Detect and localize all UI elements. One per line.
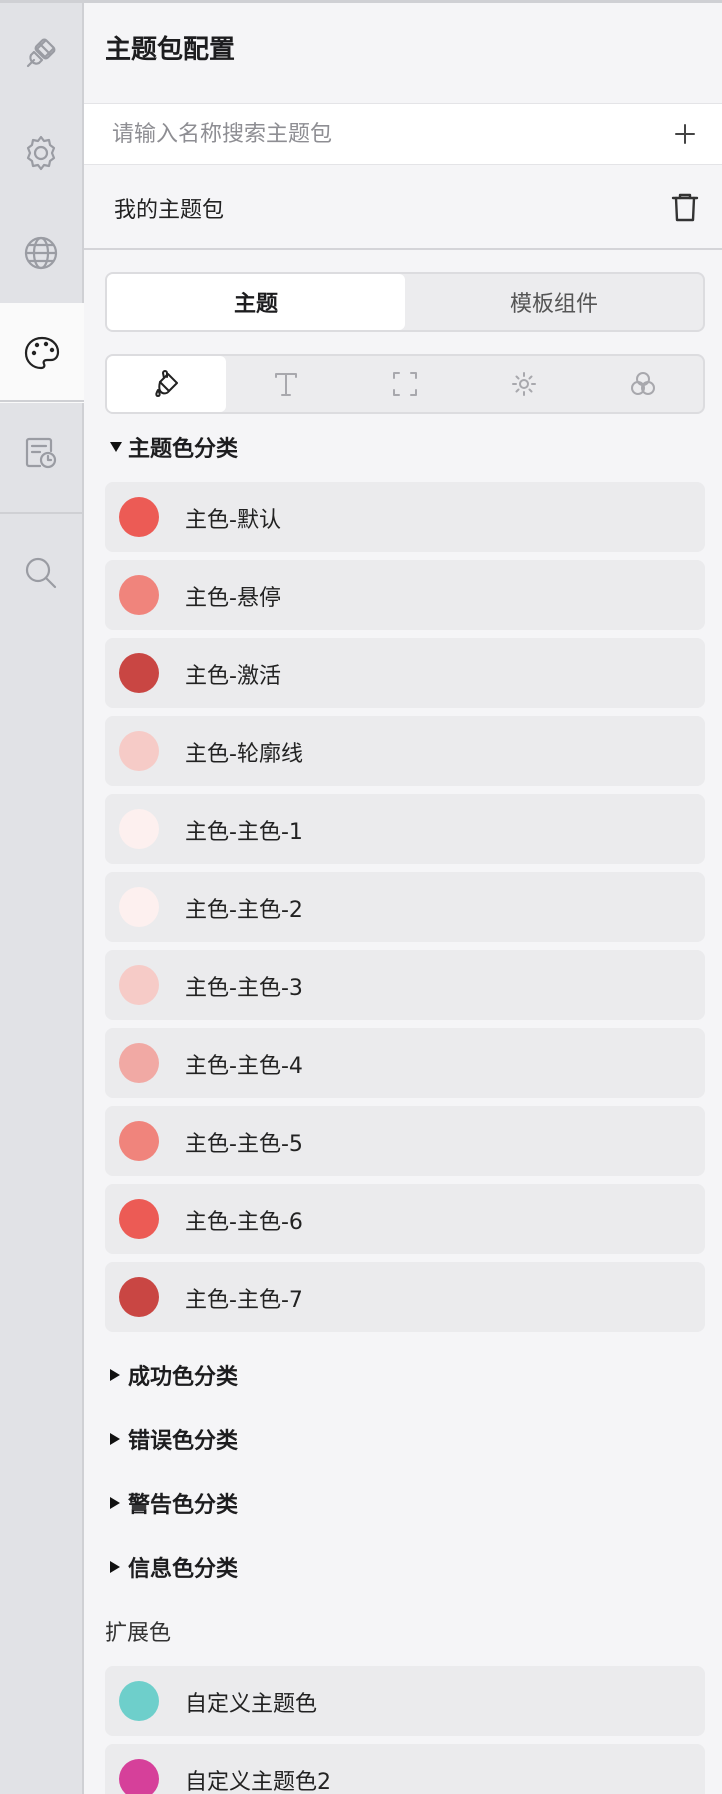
- color-swatch: [119, 1043, 159, 1083]
- text-icon: [274, 373, 297, 396]
- frame-icon: [393, 372, 417, 396]
- paint-bucket-icon: [154, 370, 178, 397]
- calendar-clock-icon: [25, 437, 57, 469]
- section-warning-colors[interactable]: 警告色分类: [110, 1487, 238, 1519]
- section-label: 成功色分类: [128, 1365, 239, 1390]
- color-label: 主色-激活: [185, 664, 281, 689]
- add-theme-pack-button[interactable]: [666, 115, 704, 153]
- caret-right-icon: [110, 1561, 120, 1573]
- color-swatch: [119, 1759, 159, 1794]
- tab-typography[interactable]: [226, 356, 345, 412]
- sidebar-item-plugin[interactable]: [0, 3, 82, 103]
- color-item[interactable]: 主色-主色-6: [105, 1184, 705, 1254]
- color-item[interactable]: 主色-主色-2: [105, 872, 705, 942]
- palette-icon: [24, 336, 60, 370]
- color-label: 主色-主色-2: [185, 898, 303, 923]
- color-item[interactable]: 主色-主色-1: [105, 794, 705, 864]
- color-label: 自定义主题色: [185, 1692, 318, 1717]
- color-label: 主色-主色-7: [185, 1288, 303, 1313]
- sidebar-item-search[interactable]: [0, 523, 82, 623]
- color-swatch: [119, 1121, 159, 1161]
- search-input[interactable]: [112, 104, 652, 164]
- color-label: 主色-默认: [185, 508, 281, 533]
- color-label: 主色-轮廓线: [185, 742, 303, 767]
- tab-layout[interactable]: [345, 356, 464, 412]
- search-icon: [25, 557, 57, 589]
- section-error-colors[interactable]: 错误色分类: [110, 1423, 238, 1455]
- mode-segmented-control: 主题 模板组件: [105, 272, 705, 332]
- page-title: 主题包配置: [105, 35, 236, 65]
- section-label: 信息色分类: [128, 1557, 239, 1582]
- gear-icon: [26, 135, 56, 171]
- globe-icon: [24, 236, 58, 270]
- color-label: 主色-主色-6: [185, 1210, 303, 1235]
- color-swatch: [119, 731, 159, 771]
- color-swatch: [119, 965, 159, 1005]
- color-label: 主色-悬停: [185, 586, 281, 611]
- color-swatch: [119, 575, 159, 615]
- color-swatch: [119, 1277, 159, 1317]
- caret-right-icon: [110, 1497, 120, 1509]
- color-label: 主色-主色-3: [185, 976, 303, 1001]
- sun-icon: [512, 372, 537, 396]
- color-item[interactable]: 主色-主色-3: [105, 950, 705, 1020]
- section-info-colors[interactable]: 信息色分类: [110, 1551, 238, 1583]
- extended-colors-label: 扩展色: [105, 1621, 172, 1646]
- sidebar-item-history[interactable]: [0, 403, 82, 503]
- tab-template-components[interactable]: 模板组件: [405, 274, 703, 330]
- color-swatch: [119, 1199, 159, 1239]
- tab-effects[interactable]: [465, 356, 584, 412]
- color-item[interactable]: 主色-默认: [105, 482, 705, 552]
- color-swatch: [119, 497, 159, 537]
- delete-theme-pack-button[interactable]: [670, 191, 700, 223]
- sidebar: [0, 3, 84, 1794]
- custom-color-item[interactable]: 自定义主题色: [105, 1666, 705, 1736]
- color-label: 主色-主色-4: [185, 1054, 303, 1079]
- color-swatch: [119, 653, 159, 693]
- custom-color-item[interactable]: 自定义主题色2: [105, 1744, 705, 1794]
- theme-config-panel: 主题包配置 我的主题包 主题 模板组件: [84, 3, 722, 1794]
- color-item[interactable]: 主色-主色-5: [105, 1106, 705, 1176]
- tab-blend[interactable]: [584, 356, 703, 412]
- plug-icon: [26, 38, 56, 68]
- caret-right-icon: [110, 1369, 120, 1381]
- color-swatch: [119, 1681, 159, 1721]
- color-item[interactable]: 主色-悬停: [105, 560, 705, 630]
- color-item[interactable]: 主色-主色-7: [105, 1262, 705, 1332]
- section-label: 主题色分类: [128, 437, 239, 462]
- plus-icon: [675, 124, 695, 144]
- caret-right-icon: [110, 1433, 120, 1445]
- section-label: 警告色分类: [128, 1493, 239, 1518]
- color-label: 主色-主色-1: [185, 820, 303, 845]
- color-swatch: [119, 887, 159, 927]
- section-primary-colors[interactable]: 主题色分类: [110, 431, 238, 463]
- color-label: 主色-主色-5: [185, 1132, 303, 1157]
- caret-down-icon: [110, 442, 122, 452]
- color-item[interactable]: 主色-主色-4: [105, 1028, 705, 1098]
- search-bar: [84, 103, 722, 165]
- section-success-colors[interactable]: 成功色分类: [110, 1359, 238, 1391]
- theme-category-tabs: [105, 354, 705, 414]
- trash-icon: [671, 193, 699, 222]
- sidebar-item-settings[interactable]: [0, 103, 82, 203]
- tab-theme[interactable]: 主题: [107, 274, 405, 330]
- sidebar-divider: [0, 512, 84, 514]
- color-label: 自定义主题色2: [185, 1770, 331, 1794]
- sidebar-item-globe[interactable]: [0, 203, 82, 303]
- color-item[interactable]: 主色-激活: [105, 638, 705, 708]
- theme-pack-name: 我的主题包: [114, 198, 225, 223]
- section-label: 错误色分类: [128, 1429, 239, 1454]
- color-swatch: [119, 809, 159, 849]
- sidebar-item-theme[interactable]: [0, 303, 84, 403]
- tab-color[interactable]: [107, 356, 227, 412]
- color-item[interactable]: 主色-轮廓线: [105, 716, 705, 786]
- circles-icon: [631, 372, 656, 395]
- sidebar-divider: [0, 400, 84, 402]
- theme-pack-item[interactable]: 我的主题包: [84, 165, 722, 250]
